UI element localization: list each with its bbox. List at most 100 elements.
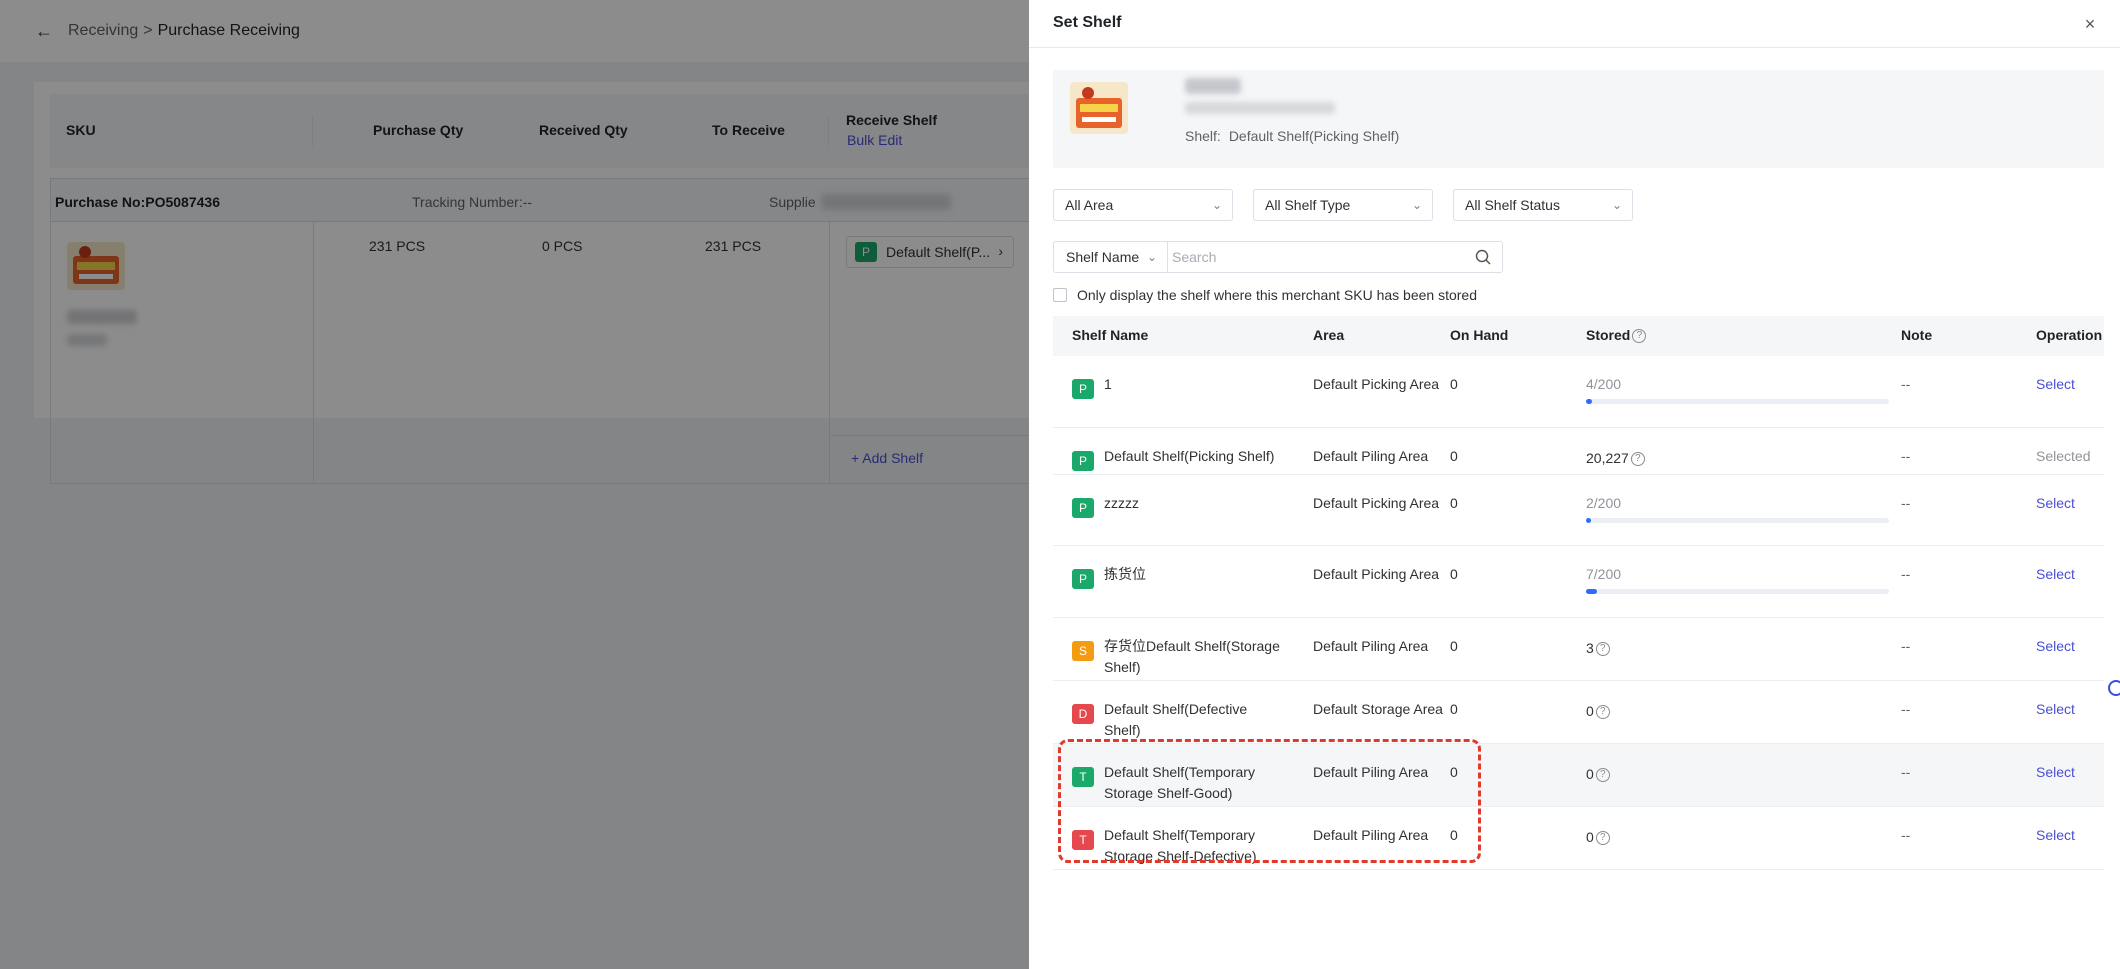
shelf-name: Default Shelf(Defective Shelf) xyxy=(1104,701,1248,738)
shelf-stored: 4/200 xyxy=(1586,374,1621,395)
help-icon[interactable]: ? xyxy=(1595,642,1610,657)
select-shelf-button[interactable]: Select xyxy=(2036,825,2075,846)
help-icon[interactable]: ? xyxy=(1595,705,1610,720)
col-on-hand: On Hand xyxy=(1450,327,1509,343)
current-shelf-label: Shelf: xyxy=(1185,128,1221,144)
selected-status: Selected xyxy=(2036,448,2091,464)
shelf-area: Default Picking Area xyxy=(1313,495,1440,511)
area-filter-value: All Area xyxy=(1065,197,1114,213)
chevron-down-icon: ⌄ xyxy=(1611,198,1622,212)
shelf-name: 拣货位 xyxy=(1104,566,1146,582)
search-field-select[interactable]: Shelf Name ⌄ xyxy=(1054,242,1168,272)
shelf-type-tag: D xyxy=(1072,704,1094,724)
cursor-indicator-icon xyxy=(2108,680,2120,696)
shelf-row: T Default Shelf(Temporary Storage Shelf-D… xyxy=(1053,807,2104,870)
shelf-area: Default Piling Area xyxy=(1313,827,1429,843)
shelf-on-hand: 0 xyxy=(1450,701,1458,717)
chevron-down-icon: ⌄ xyxy=(1411,198,1422,212)
help-icon[interactable]: ? xyxy=(1595,768,1610,783)
product-summary: Shelf: Default Shelf(Picking Shelf) xyxy=(1053,70,2104,168)
search-input[interactable] xyxy=(1172,244,1462,270)
shelf-type-tag: P xyxy=(1072,379,1094,399)
shelf-search: Shelf Name ⌄ xyxy=(1053,241,1503,273)
capacity-bar-fill xyxy=(1586,399,1593,404)
only-stored-filter: Only display the shelf where this mercha… xyxy=(1053,287,1477,303)
shelf-type-filter-value: All Shelf Type xyxy=(1265,197,1351,213)
shelf-note: -- xyxy=(1901,448,1911,464)
shelf-stored-value: 2/200 xyxy=(1586,495,1622,511)
select-shelf-button[interactable]: Select xyxy=(2036,762,2075,783)
select-shelf-button[interactable]: Select xyxy=(2036,493,2075,514)
help-icon[interactable]: ? xyxy=(1630,452,1645,467)
shelf-stored: 0? xyxy=(1586,764,1610,785)
shelf-area: Default Piling Area xyxy=(1313,448,1429,464)
shelf-on-hand: 0 xyxy=(1450,638,1458,654)
shelf-row: T Default Shelf(Temporary Storage Shelf-G… xyxy=(1053,744,2104,807)
shelf-area: Default Picking Area xyxy=(1313,566,1440,582)
shelf-type-tag: T xyxy=(1072,767,1094,787)
shelf-note: -- xyxy=(1901,764,1911,780)
select-shelf-button[interactable]: Select xyxy=(2036,699,2075,720)
shelf-on-hand: 0 xyxy=(1450,448,1458,464)
shelf-row: D Default Shelf(Defective Shelf) Default S… xyxy=(1053,681,2104,744)
select-shelf-button[interactable]: Select xyxy=(2036,636,2075,657)
shelf-type-tag: P xyxy=(1072,451,1094,471)
area-filter-select[interactable]: All Area ⌄ xyxy=(1053,189,1233,221)
capacity-bar xyxy=(1586,518,1889,523)
shelf-name: 1 xyxy=(1104,376,1112,392)
shelf-type-tag: P xyxy=(1072,498,1094,518)
shelf-name: Default Shelf(Temporary Storage Shelf-De… xyxy=(1104,827,1257,864)
shelf-row: S 存货位Default Shelf(Storage Shelf) Default … xyxy=(1053,618,2104,681)
col-stored-label: Stored xyxy=(1586,327,1631,343)
shelf-row: P 拣货位 Default Picking Area 0 7/200 -- Select xyxy=(1053,546,2104,618)
chevron-down-icon: ⌄ xyxy=(1211,198,1222,212)
shelf-table-header: Shelf Name Area On Hand Stored? Note Ope… xyxy=(1053,316,2104,356)
shelf-note: -- xyxy=(1901,701,1911,717)
drawer-header: Set Shelf × xyxy=(1029,0,2120,48)
col-operation: Operation xyxy=(2036,327,2103,343)
set-shelf-drawer: Set Shelf × Shelf: Default Shelf(Picking … xyxy=(1029,0,2120,969)
shelf-stored-value: 4/200 xyxy=(1586,376,1622,392)
select-shelf-button[interactable]: Select xyxy=(2036,564,2075,585)
product-thumbnail xyxy=(1070,82,1128,134)
chevron-down-icon: ⌄ xyxy=(1146,250,1157,264)
shelf-note: -- xyxy=(1901,827,1911,843)
col-shelf-name: Shelf Name xyxy=(1072,327,1149,343)
only-stored-checkbox[interactable] xyxy=(1053,288,1067,302)
current-shelf-value: Default Shelf(Picking Shelf) xyxy=(1228,128,1400,144)
capacity-bar xyxy=(1586,399,1889,404)
shelf-type-tag: P xyxy=(1072,569,1094,589)
shelf-type-filter-select[interactable]: All Shelf Type ⌄ xyxy=(1253,189,1433,221)
drawer-title: Set Shelf xyxy=(1053,14,1122,31)
shelf-row: P 1 Default Picking Area 0 4/200 -- Select xyxy=(1053,356,2104,428)
shelf-stored-value: 3 xyxy=(1586,640,1594,656)
blurred-product-sku xyxy=(1185,102,1335,114)
shelf-note: -- xyxy=(1901,566,1911,582)
shelf-stored: 3? xyxy=(1586,638,1610,659)
shelf-area: Default Piling Area xyxy=(1313,764,1429,780)
select-shelf-button[interactable]: Select xyxy=(2036,374,2075,395)
col-stored: Stored? xyxy=(1586,327,1647,344)
blurred-product-name xyxy=(1185,78,1241,94)
shelf-type-tag: T xyxy=(1072,830,1094,850)
only-stored-label: Only display the shelf where this mercha… xyxy=(1077,287,1477,303)
shelf-stored: 0? xyxy=(1586,827,1610,848)
shelf-on-hand: 0 xyxy=(1450,566,1458,582)
col-area: Area xyxy=(1313,327,1345,343)
search-icon[interactable] xyxy=(1474,248,1492,266)
search-field-value: Shelf Name xyxy=(1066,249,1140,265)
shelf-row: P Default Shelf(Picking Shelf) Default Pil… xyxy=(1053,428,2104,475)
help-icon[interactable]: ? xyxy=(1632,329,1647,344)
shelf-area: Default Picking Area xyxy=(1313,376,1440,392)
shelf-stored: 2/200 xyxy=(1586,493,1621,514)
shelf-stored-value: 0 xyxy=(1586,829,1594,845)
shelf-stored: 0? xyxy=(1586,701,1610,722)
capacity-bar-fill xyxy=(1586,518,1591,523)
shelf-on-hand: 0 xyxy=(1450,376,1458,392)
shelf-name: 存货位Default Shelf(Storage Shelf) xyxy=(1104,638,1280,675)
shelf-stored: 20,227? xyxy=(1586,448,1645,469)
help-icon[interactable]: ? xyxy=(1595,831,1610,846)
shelf-status-filter-select[interactable]: All Shelf Status ⌄ xyxy=(1453,189,1633,221)
close-icon[interactable]: × xyxy=(2080,14,2100,34)
shelf-note: -- xyxy=(1901,495,1911,511)
